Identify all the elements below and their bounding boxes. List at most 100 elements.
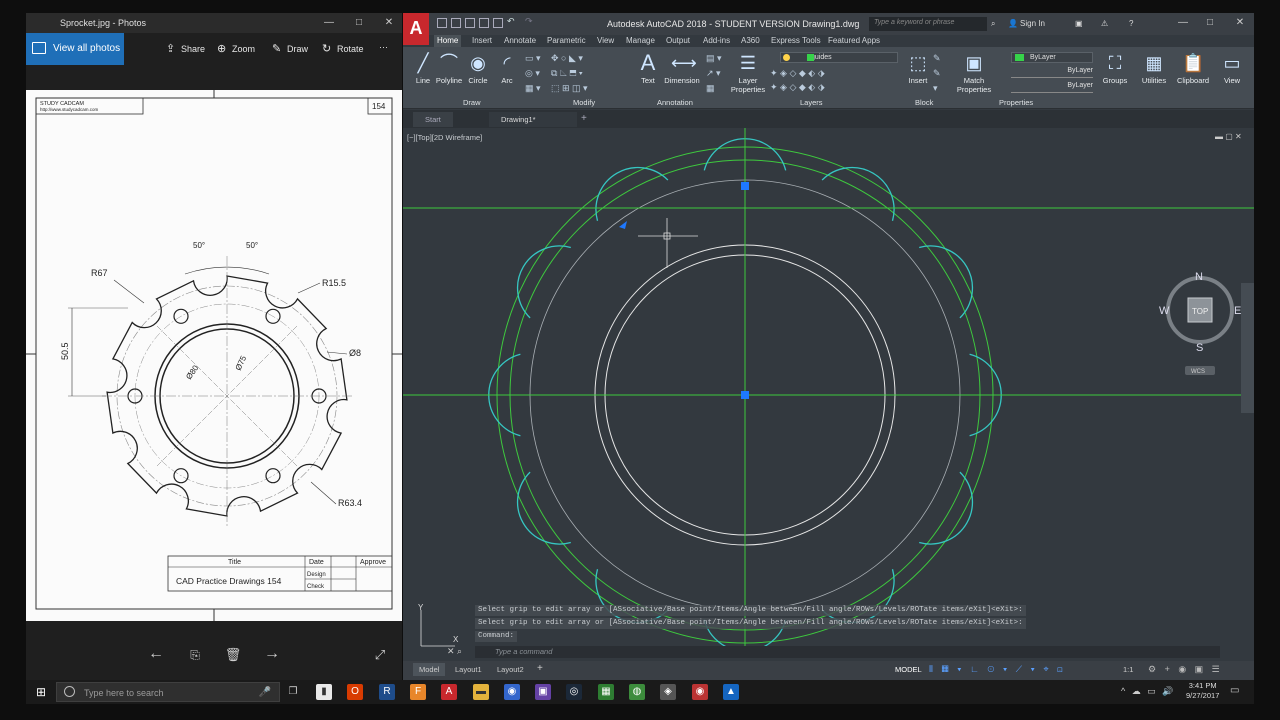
drawing-canvas[interactable]: [−][Top][2D Wireframe] Y X TOP N S E W W… xyxy=(403,128,1254,653)
command-input[interactable]: Type a command xyxy=(475,646,1220,658)
model-space-toggle[interactable]: MODEL xyxy=(889,663,928,676)
exchange-icon[interactable]: ⚠ xyxy=(1101,19,1108,28)
clipboard-button[interactable]: 📋 Clipboard xyxy=(1175,50,1211,96)
block-small-tools[interactable]: ✎ ✎ ▾ xyxy=(933,51,941,96)
viewport-window-controls[interactable]: ▬ ▢ ✕ xyxy=(1215,132,1242,141)
undo-icon[interactable]: ↶ xyxy=(507,16,517,26)
annotation-small-tools[interactable]: ▤ ▾ ↗ ▾ ▦ xyxy=(706,51,722,96)
file-explorer-icon[interactable]: ▬ xyxy=(473,684,489,700)
panel-layers[interactable]: Layers xyxy=(800,98,823,107)
sign-in-link[interactable]: Sign In xyxy=(1020,19,1045,28)
photo-image[interactable]: STUDY CADCAM http://www.studycadcam.com … xyxy=(26,90,402,621)
photos-taskbar-icon[interactable]: ▲ xyxy=(723,684,739,700)
microphone-icon[interactable]: 🎤 xyxy=(259,687,271,698)
linetype-dropdown[interactable]: ByLayer xyxy=(1011,67,1093,78)
chrome-blue-icon[interactable]: ◉ xyxy=(504,684,520,700)
r-app-icon[interactable]: R xyxy=(379,684,395,700)
modify-tools[interactable]: ✥ ○ ◣ ▾ ⧉ ◺ ⬒ ▾ ⬚ ⊞ ◫ ▾ xyxy=(551,51,626,96)
more-button[interactable]: ··· xyxy=(379,42,388,56)
save-icon[interactable] xyxy=(465,18,475,28)
notifications-icon[interactable]: ▭ xyxy=(1230,685,1239,696)
plot-icon[interactable] xyxy=(493,18,503,28)
taskbar-search-input[interactable]: Type here to search 🎤 xyxy=(56,682,280,702)
open-icon[interactable] xyxy=(451,18,461,28)
acad-minimize-button[interactable]: — xyxy=(1176,16,1190,30)
steam-icon[interactable]: ◎ xyxy=(566,684,582,700)
tab-layout2[interactable]: Layout2 xyxy=(491,663,530,676)
tab-layout1[interactable]: Layout1 xyxy=(449,663,488,676)
viewcube[interactable]: TOP N S E W WCS xyxy=(1155,268,1255,378)
tab-drawing1[interactable]: Drawing1* xyxy=(489,112,577,127)
arc-button[interactable]: ◜ Arc xyxy=(489,50,525,96)
clock[interactable]: 3:41 PM 9/27/2017 xyxy=(1186,681,1219,701)
twitch-icon[interactable]: ▣ xyxy=(535,684,551,700)
match-properties-button[interactable]: ▣ Match Properties xyxy=(954,50,994,96)
lineweight-dropdown[interactable]: ByLayer xyxy=(1011,82,1093,93)
application-menu-button[interactable]: A xyxy=(403,13,429,45)
layer-small-tools[interactable]: ✦ ◈ ◇ ◆ ⬖ ⬗ ✦ ◈ ◇ ◆ ⬖ ⬗ xyxy=(770,66,825,94)
insert-button[interactable]: ⬚ Insert xyxy=(900,50,936,96)
f-app-icon[interactable]: F xyxy=(410,684,426,700)
groups-button[interactable]: ⛶ Groups xyxy=(1097,50,1133,96)
tab-start[interactable]: Start xyxy=(413,112,453,127)
binoculars-icon[interactable]: ⌕ xyxy=(991,19,995,29)
tab-view[interactable]: View xyxy=(594,35,617,47)
office-icon[interactable]: O xyxy=(347,684,363,700)
excel-icon[interactable]: ▦ xyxy=(598,684,614,700)
chrome-icon[interactable]: ◍ xyxy=(629,684,645,700)
file-icon[interactable]: ▮ xyxy=(316,684,332,700)
layer-dropdown[interactable]: guides xyxy=(780,52,898,63)
tab-output[interactable]: Output xyxy=(663,35,693,47)
tab-model[interactable]: Model xyxy=(413,663,446,676)
minimize-button[interactable]: — xyxy=(322,16,336,30)
help-icon[interactable]: ? xyxy=(1129,19,1133,28)
task-view-icon[interactable]: ❐ xyxy=(285,684,301,700)
draw-small-tools[interactable]: ▭ ▾ ◎ ▾ ▦ ▾ xyxy=(525,51,541,96)
comment-icon[interactable]: ⎘ xyxy=(183,648,207,663)
autocad-taskbar-icon[interactable]: A xyxy=(441,684,457,700)
layer-properties-button[interactable]: ☰ Layer Properties xyxy=(728,50,768,96)
annotation-scale[interactable]: 1:1 xyxy=(1117,663,1139,676)
grip-center[interactable] xyxy=(741,391,749,399)
chrome-red-icon[interactable]: ◉ xyxy=(692,684,708,700)
panel-annotation[interactable]: Annotation xyxy=(657,98,693,107)
panel-block[interactable]: Block xyxy=(915,98,933,107)
system-tray-icons[interactable]: ^ ☁ ▭ 🔊 xyxy=(1121,686,1175,697)
redo-icon[interactable]: ↷ xyxy=(525,16,535,26)
tab-home[interactable]: Home xyxy=(434,35,462,47)
tab-annotate[interactable]: Annotate xyxy=(501,35,539,47)
tab-manage[interactable]: Manage xyxy=(623,35,658,47)
dimension-button[interactable]: ⟷ Dimension xyxy=(661,50,703,96)
tab-insert[interactable]: Insert xyxy=(469,35,495,47)
app-icon-1[interactable]: ◈ xyxy=(660,684,676,700)
acad-maximize-button[interactable]: □ xyxy=(1203,16,1217,30)
rotate-button[interactable]: ↻ Rotate xyxy=(322,42,364,56)
tab-a360[interactable]: A360 xyxy=(738,35,763,47)
saveas-icon[interactable] xyxy=(479,18,489,28)
tab-addins[interactable]: Add-ins xyxy=(700,35,733,47)
tab-parametric[interactable]: Parametric xyxy=(544,35,589,47)
fullscreen-icon[interactable]: ⤢ xyxy=(368,647,392,663)
acad-close-button[interactable]: ✕ xyxy=(1233,16,1247,30)
drafting-toggles[interactable]: ⦀ ▦ ▾ ∟ ⊙ ▾ ⟋ ▾ ⌖ ⊡ xyxy=(929,664,1066,675)
maximize-button[interactable]: □ xyxy=(352,16,366,30)
windows-start-icon[interactable]: ⊞ xyxy=(36,685,46,699)
back-arrow-icon[interactable]: ← xyxy=(144,645,168,663)
view-all-photos-button[interactable]: View all photos xyxy=(26,33,124,65)
panel-properties[interactable]: Properties xyxy=(999,98,1033,107)
close-button[interactable]: ✕ xyxy=(382,16,396,30)
utilities-button[interactable]: ▦ Utilities xyxy=(1136,50,1172,96)
panel-modify[interactable]: Modify xyxy=(573,98,595,107)
grip-top[interactable] xyxy=(741,182,749,190)
grip-arrow[interactable] xyxy=(619,221,627,229)
zoom-button[interactable]: ⊕ Zoom xyxy=(217,42,255,56)
new-tab-icon[interactable]: + xyxy=(581,113,587,124)
status-tools[interactable]: ⚙ + ◉ ▣ ☰ xyxy=(1148,664,1223,675)
panel-draw[interactable]: Draw xyxy=(463,98,481,107)
draw-button[interactable]: ✎ Draw xyxy=(272,42,308,56)
tab-express-tools[interactable]: Express Tools xyxy=(768,35,824,47)
keyword-search-input[interactable]: Type a keyword or phrase xyxy=(869,17,987,31)
add-layout-icon[interactable]: + xyxy=(537,663,543,674)
delete-icon[interactable]: 🗑 xyxy=(221,647,245,663)
forward-arrow-icon[interactable]: → xyxy=(260,645,284,663)
